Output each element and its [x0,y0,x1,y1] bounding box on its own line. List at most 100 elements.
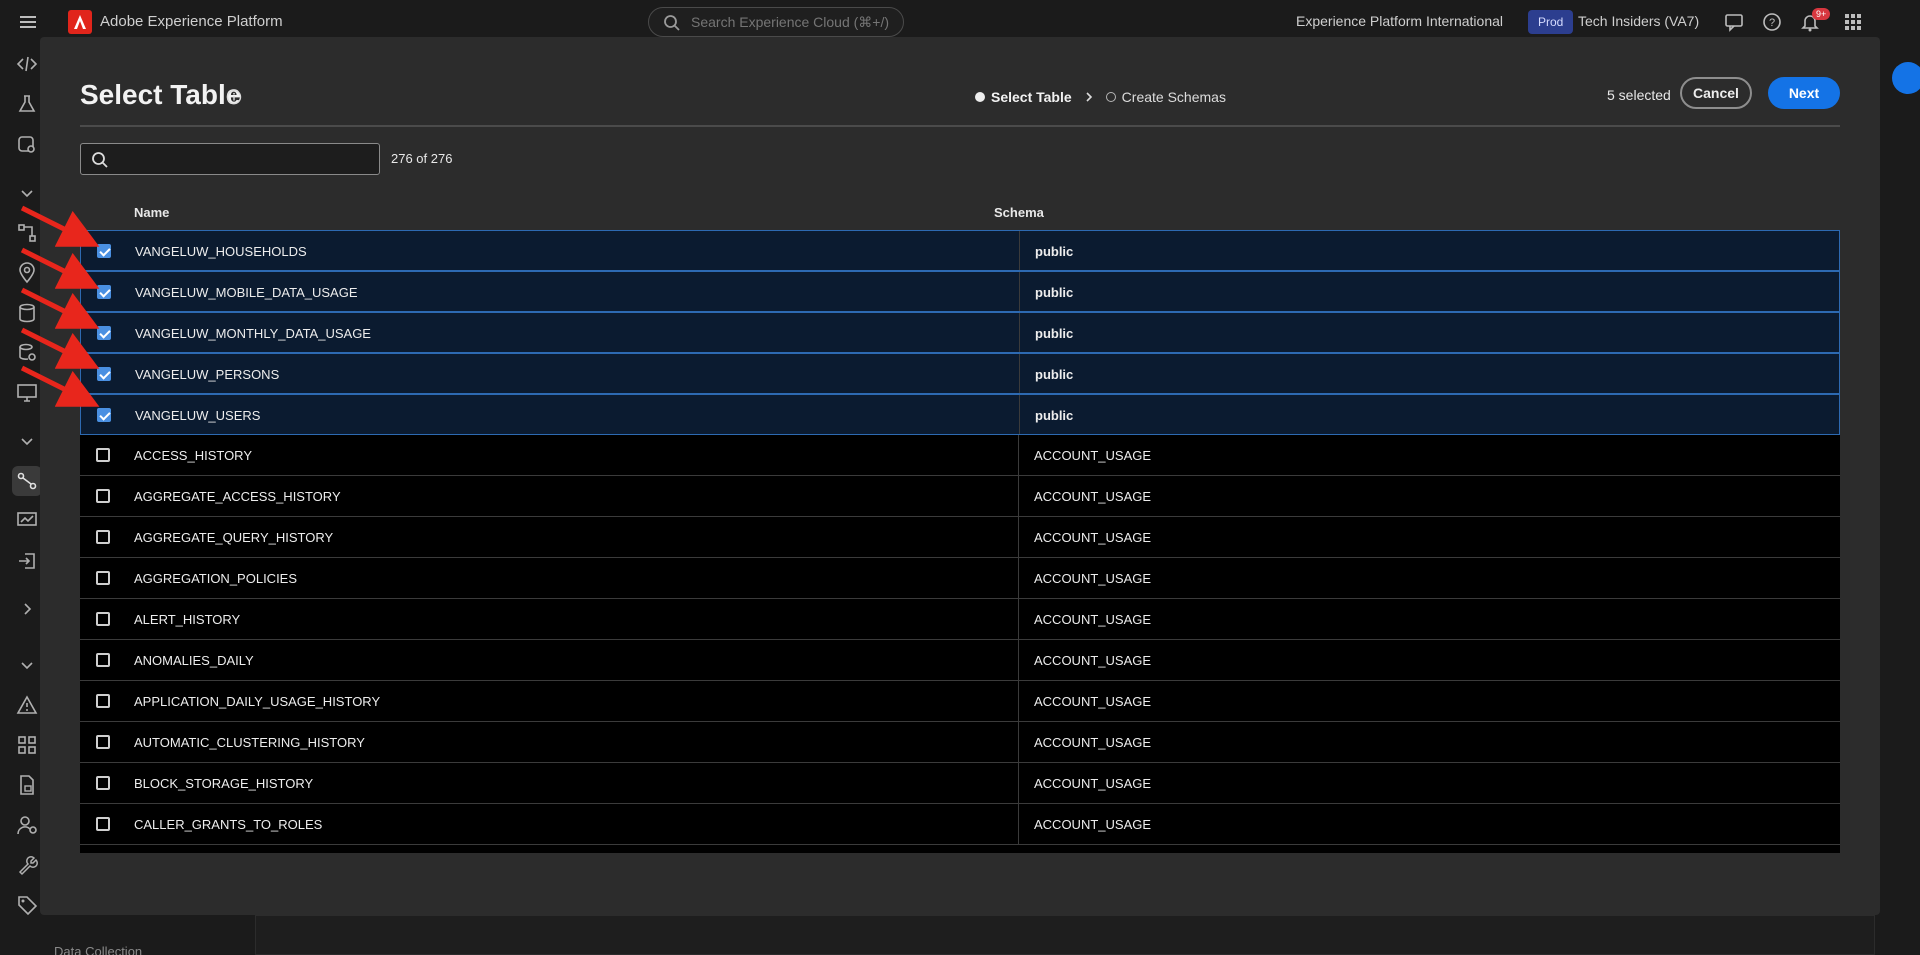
import-icon[interactable] [16,550,38,572]
column-header-name[interactable]: Name [134,205,169,220]
table-row[interactable]: APPLICATION_DAILY_USAGE_HISTORY ACCOUNT_U… [80,681,1840,722]
row-checkbox[interactable] [96,612,110,626]
row-checkbox[interactable] [96,735,110,749]
schema-cell: ACCOUNT_USAGE [1034,694,1152,709]
table-name-cell: ACCESS_HISTORY [134,448,253,463]
apps-grid-icon[interactable] [1843,12,1863,32]
sources-connection-icon[interactable] [16,470,38,492]
table-row[interactable]: VANGELUW_MONTHLY_DATA_USAGE public [80,312,1840,353]
help-icon[interactable]: ? [1762,12,1782,32]
schema-cell: public [1035,367,1074,382]
table-list[interactable]: VANGELUW_HOUSEHOLDS public VANGELUW_MOBILE… [80,230,1840,853]
notification-count-badge: 9+ [1812,8,1831,20]
dataset-icon[interactable] [16,134,38,156]
hamburger-menu-icon[interactable] [18,12,38,32]
flask-icon[interactable] [16,93,38,115]
row-checkbox[interactable] [96,489,110,503]
column-divider [1019,231,1020,270]
column-divider [1019,272,1020,311]
table-name-cell: BLOCK_STORAGE_HISTORY [134,776,314,791]
chevron-down-icon[interactable] [16,430,38,452]
next-button[interactable]: Next [1768,77,1840,109]
global-search-input[interactable] [691,14,891,30]
chevron-down-icon[interactable] [16,182,38,204]
row-checkbox-checked[interactable] [97,326,111,340]
row-checkbox[interactable] [96,571,110,585]
table-row[interactable]: AGGREGATE_ACCESS_HISTORY ACCOUNT_USAGE [80,476,1840,517]
table-row[interactable]: AGGREGATE_QUERY_HISTORY ACCOUNT_USAGE [80,517,1840,558]
wrench-icon[interactable] [16,854,38,876]
row-checkbox-checked[interactable] [97,285,111,299]
row-checkbox-checked[interactable] [97,244,111,258]
dashboard-icon[interactable] [16,510,38,532]
table-name-cell: ALERT_HISTORY [134,612,241,627]
schema-cell: ACCOUNT_USAGE [1034,817,1152,832]
adobe-logo-icon[interactable] [68,10,92,34]
column-divider [1018,558,1019,598]
column-divider [1019,354,1020,393]
table-row[interactable]: BLOCK_STORAGE_HISTORY ACCOUNT_USAGE [80,763,1840,804]
schema-cell: ACCOUNT_USAGE [1034,489,1152,504]
user-settings-icon[interactable] [16,814,38,836]
tag-icon[interactable] [16,894,38,916]
cancel-button[interactable]: Cancel [1680,77,1752,109]
feedback-icon[interactable] [1724,12,1744,32]
row-checkbox[interactable] [96,653,110,667]
column-divider [1019,395,1020,434]
file-lock-icon[interactable] [16,774,38,796]
wizard-steps: Select Table Create Schemas [975,89,1226,105]
table-row[interactable]: VANGELUW_MOBILE_DATA_USAGE public [80,271,1840,312]
table-row[interactable]: ACCESS_HISTORY ACCOUNT_USAGE [80,435,1840,476]
workflow-icon[interactable] [16,222,38,244]
column-divider [1018,681,1019,721]
column-divider [1018,763,1019,803]
chevron-right-icon[interactable] [16,598,38,620]
svg-text:?: ? [1769,17,1775,29]
row-checkbox[interactable] [96,448,110,462]
row-checkbox[interactable] [96,530,110,544]
monitor-icon[interactable] [16,382,38,404]
global-search[interactable] [648,7,904,37]
table-row[interactable]: ANOMALIES_DAILY ACCOUNT_USAGE [80,640,1840,681]
sandbox-switcher[interactable]: Tech Insiders (VA7) [1578,13,1699,29]
database-icon[interactable] [16,302,38,324]
table-row[interactable]: VANGELUW_HOUSEHOLDS public [80,230,1840,271]
row-checkbox[interactable] [96,694,110,708]
table-name-cell: AGGREGATION_POLICIES [134,571,298,586]
column-header-schema[interactable]: Schema [994,205,1044,220]
app-title[interactable]: Adobe Experience Platform [100,13,283,30]
table-row[interactable]: VANGELUW_PERSONS public [80,353,1840,394]
environment-badge[interactable]: Prod [1528,10,1574,34]
table-name-cell: CALLER_GRANTS_TO_ROLES [134,817,323,832]
location-pin-icon[interactable] [16,262,38,284]
user-avatar[interactable] [1892,62,1920,94]
table-row[interactable]: AUTOMATIC_CLUSTERING_HISTORY ACCOUNT_USAG… [80,722,1840,763]
alert-triangle-icon[interactable] [16,694,38,716]
code-icon[interactable] [16,53,38,75]
table-name-cell: ANOMALIES_DAILY [134,653,254,668]
column-divider [1018,435,1019,475]
column-divider [1018,722,1019,762]
chevron-down-icon[interactable] [16,654,38,676]
schema-cell: public [1035,326,1074,341]
schema-cell: ACCOUNT_USAGE [1034,653,1152,668]
table-row[interactable]: ALERT_HISTORY ACCOUNT_USAGE [80,599,1840,640]
table-row[interactable]: CALLER_GRANTS_TO_ROLES ACCOUNT_USAGE [80,804,1840,845]
column-divider [1018,599,1019,639]
table-row[interactable]: VANGELUW_USERS public [80,394,1840,435]
table-row[interactable]: AGGREGATION_POLICIES ACCOUNT_USAGE [80,558,1840,599]
step-current-indicator [975,92,985,102]
table-search-input[interactable] [117,150,367,166]
search-icon [92,152,108,168]
blocks-icon[interactable] [16,734,38,756]
row-checkbox[interactable] [96,776,110,790]
schema-cell: ACCOUNT_USAGE [1034,735,1152,750]
database-search-icon[interactable] [16,342,38,364]
row-checkbox[interactable] [96,817,110,831]
schema-cell: ACCOUNT_USAGE [1034,530,1152,545]
row-checkbox-checked[interactable] [97,367,111,381]
org-switcher[interactable]: Experience Platform International [1296,13,1503,29]
info-icon[interactable] [226,89,242,105]
row-checkbox-checked[interactable] [97,408,111,422]
table-search-field[interactable] [80,143,380,175]
